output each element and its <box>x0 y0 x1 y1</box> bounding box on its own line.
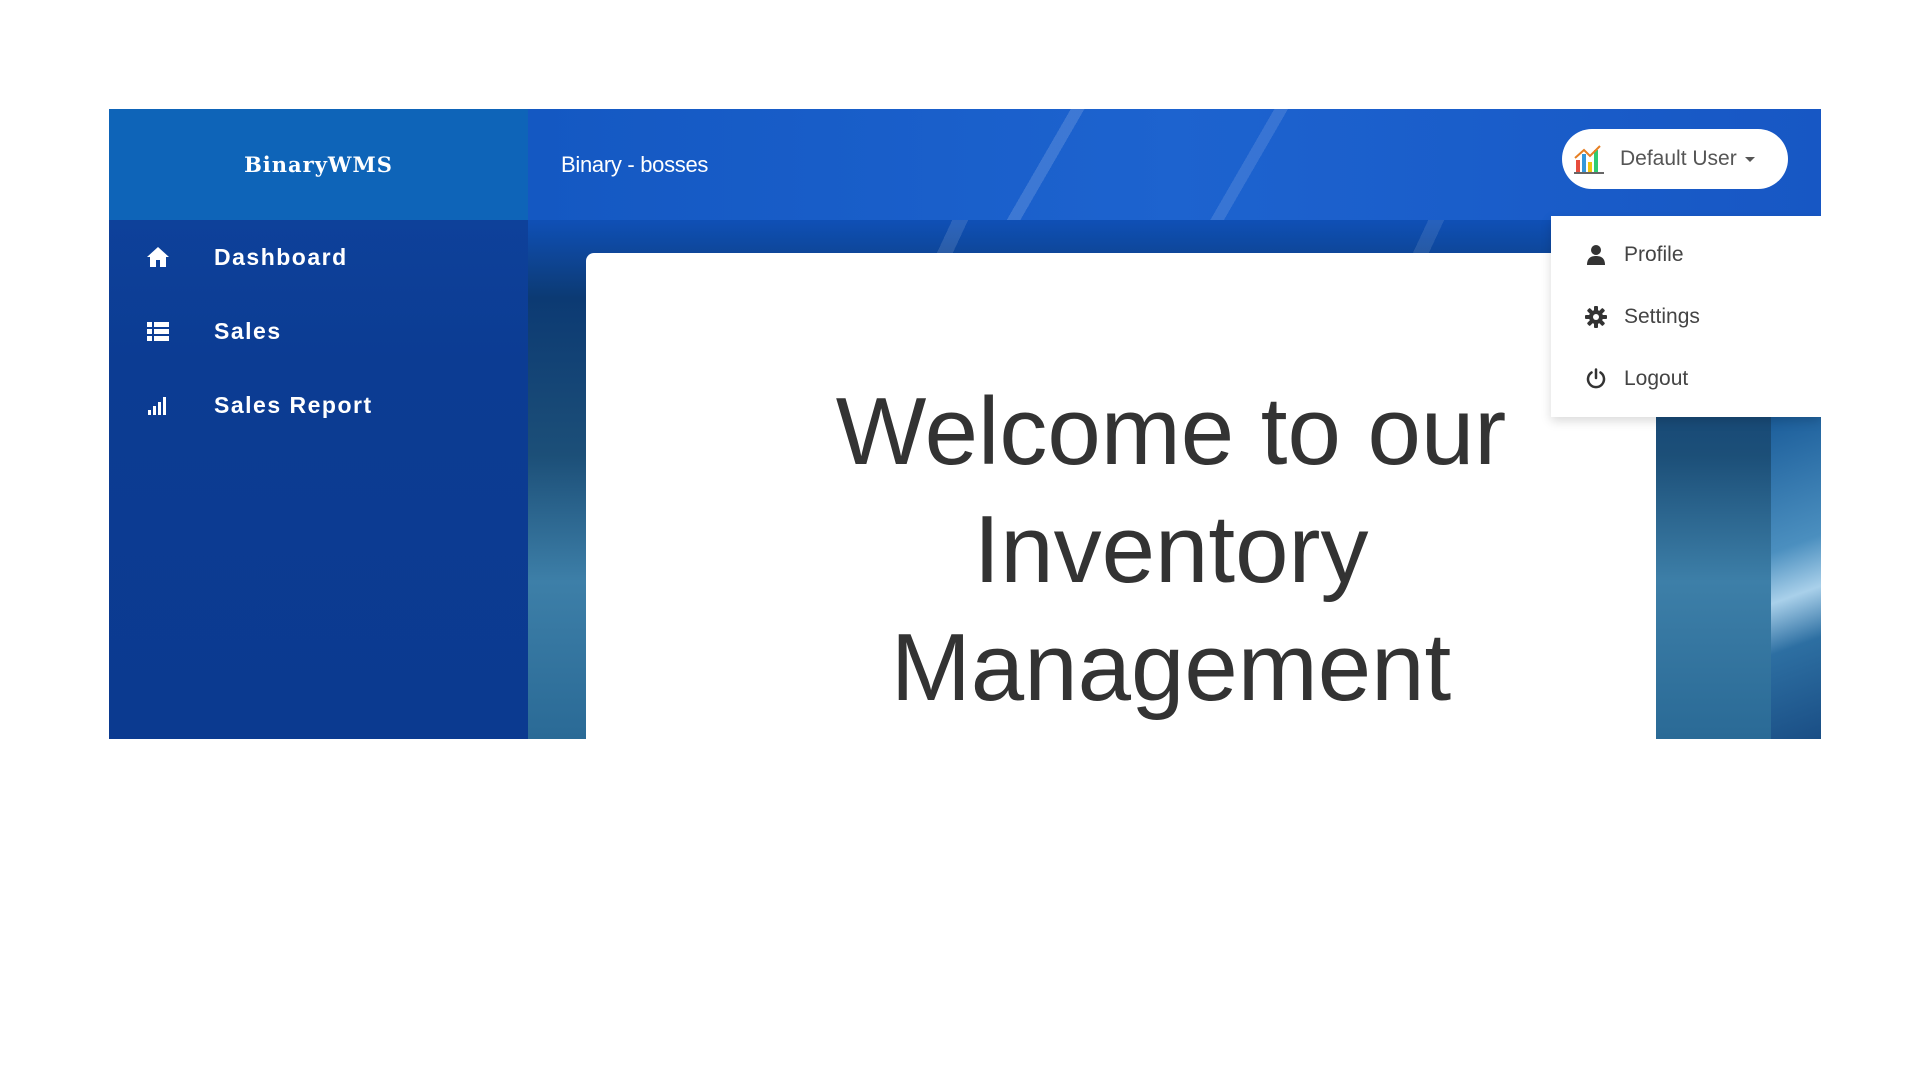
welcome-heading: Welcome to our Inventory Management <box>835 378 1507 721</box>
user-icon <box>1584 243 1608 267</box>
dropdown-item-logout[interactable]: Logout <box>1551 348 1821 410</box>
gear-icon <box>1584 305 1608 329</box>
background-image-strip <box>1771 417 1821 739</box>
dropdown-item-profile[interactable]: Profile <box>1551 224 1821 286</box>
welcome-card: Welcome to our Inventory Management <box>586 253 1656 739</box>
dropdown-item-label: Profile <box>1624 243 1684 266</box>
chevron-down-icon <box>1744 156 1755 162</box>
brand-logo[interactable]: BinaryWMS <box>109 109 528 220</box>
home-icon <box>143 242 173 272</box>
sidebar-nav: Dashboard Sales Sales Report <box>109 220 528 442</box>
list-icon <box>143 316 173 346</box>
user-dropdown-menu: Profile Settings Logout <box>1551 216 1821 417</box>
dropdown-item-label: Logout <box>1624 367 1689 390</box>
page-title: Binary - bosses <box>561 151 709 177</box>
user-menu-button[interactable]: Default User <box>1562 129 1788 189</box>
sidebar-item-sales[interactable]: Sales <box>109 294 528 368</box>
dropdown-item-label: Settings <box>1624 305 1700 328</box>
user-name: Default User <box>1620 147 1737 170</box>
sidebar-item-label: Dashboard <box>214 243 348 270</box>
sidebar-item-label: Sales <box>214 317 282 344</box>
power-icon <box>1584 367 1608 391</box>
main-content: Binary - bosses Welcome to our Inventory… <box>528 109 1821 739</box>
sidebar-item-dashboard[interactable]: Dashboard <box>109 220 528 294</box>
app-window: BinaryWMS Dashboard Sales Sales Report B… <box>109 109 1821 739</box>
sidebar-item-sales-report[interactable]: Sales Report <box>109 368 528 442</box>
sidebar: BinaryWMS Dashboard Sales Sales Report <box>109 109 528 739</box>
sidebar-item-label: Sales Report <box>214 391 373 418</box>
dropdown-item-settings[interactable]: Settings <box>1551 286 1821 348</box>
bar-chart-icon <box>143 390 173 420</box>
chart-avatar-icon <box>1572 142 1606 176</box>
